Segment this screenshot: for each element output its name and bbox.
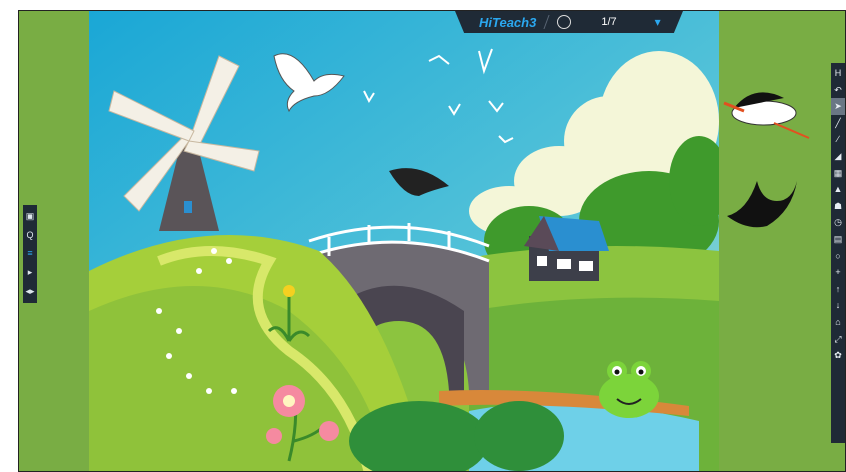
divider (543, 15, 550, 29)
right-toolbar: H ↶ ➤ ╱ ∕ ◢ ▦ ▲ ☗ ◷ ▤ ○ + ↑ ↓ ⌂ ⤢ ✿ (831, 63, 845, 443)
menu-icon[interactable]: ≡ (27, 249, 32, 258)
app-frame: HiTeach3 1/7 ▾ ▣ Q ≡ ▸ ◂▸ H ↶ ➤ ╱ ∕ ◢ ▦ … (18, 10, 846, 472)
select-icon[interactable]: ➤ (831, 98, 845, 115)
slide-canvas[interactable] (89, 11, 719, 471)
toolbar-header: H (834, 68, 842, 78)
up-icon[interactable]: ↑ (831, 281, 845, 298)
page-indicator[interactable]: 1/7 (601, 16, 616, 28)
left-toolbar: ▣ Q ≡ ▸ ◂▸ (23, 205, 37, 303)
top-bar: HiTeach3 1/7 ▾ (455, 11, 683, 33)
add-icon[interactable]: + (831, 264, 845, 281)
search-icon[interactable]: Q (26, 230, 33, 240)
line-icon[interactable]: ∕ (831, 131, 845, 148)
undo-icon[interactable]: ↶ (831, 82, 845, 99)
zoom-icon[interactable]: ○ (831, 248, 845, 265)
stork-image[interactable] (714, 83, 814, 143)
swallow-image[interactable] (722, 171, 802, 233)
down-icon[interactable]: ↓ (831, 297, 845, 314)
landscape-illustration (89, 11, 719, 471)
museum-icon[interactable]: ⌂ (831, 314, 845, 331)
expand-icon[interactable]: ⤢ (831, 331, 845, 348)
audio-icon[interactable]: ◂▸ (25, 287, 34, 296)
screen-icon[interactable]: ▣ (26, 211, 35, 221)
grid-icon[interactable]: ▦ (831, 165, 845, 182)
clock-icon[interactable] (557, 15, 572, 29)
eraser-icon[interactable]: ◢ (831, 148, 845, 165)
group-icon[interactable]: ☗ (831, 198, 845, 215)
brand-logo[interactable]: HiTeach3 (479, 15, 536, 30)
chevron-down-icon[interactable]: ▾ (655, 15, 661, 29)
timer-icon[interactable]: ◷ (831, 214, 845, 231)
settings-icon[interactable]: ✿ (831, 347, 845, 364)
play-icon[interactable]: ▸ (28, 268, 33, 277)
stamp-icon[interactable]: ▲ (831, 181, 845, 198)
calendar-icon[interactable]: ▤ (831, 231, 845, 248)
pen-icon[interactable]: ╱ (831, 115, 845, 132)
